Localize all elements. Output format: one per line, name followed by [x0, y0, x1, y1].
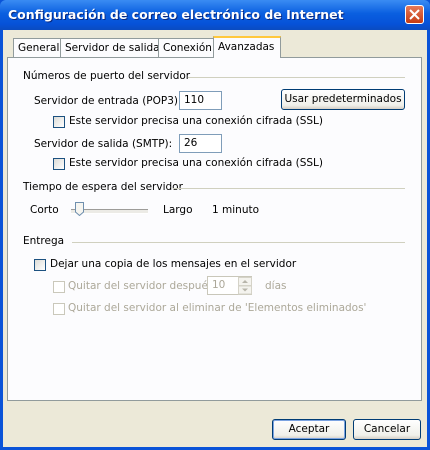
remove-on-delete-checkbox[interactable]	[53, 303, 65, 315]
timeout-group-divider	[173, 188, 405, 189]
remove-after-checkbox[interactable]	[53, 281, 65, 293]
close-button[interactable]	[405, 5, 424, 24]
cancel-button[interactable]: Cancelar	[353, 419, 421, 440]
timeout-slider-thumb[interactable]	[74, 202, 84, 216]
tab-outgoing-server[interactable]: Servidor de salida	[60, 38, 165, 57]
ports-group-title: Números de puerto del servidor	[23, 70, 191, 82]
title-bar[interactable]: Configuración de correo electrónico de I…	[0, 0, 430, 30]
cancel-button-label: Cancelar	[363, 423, 411, 435]
use-defaults-button[interactable]: Usar predeterminados	[281, 89, 405, 110]
tab-connection[interactable]: Conexión	[158, 38, 217, 57]
accept-button-label: Aceptar	[288, 423, 330, 435]
timeout-short-label: Corto	[30, 204, 59, 216]
timeout-value: 1 minuto	[212, 204, 260, 216]
incoming-ssl-label: Este servidor precisa una conexión cifra…	[69, 115, 323, 127]
tab-general[interactable]: General	[13, 38, 65, 57]
accept-button[interactable]: Aceptar	[272, 419, 346, 440]
incoming-ssl-checkbox[interactable]	[53, 116, 65, 128]
close-icon	[409, 9, 420, 20]
timeout-group-title: Tiempo de espera del servidor	[23, 181, 183, 193]
remove-on-delete-label: Quitar del servidor al eliminar de 'Elem…	[68, 302, 367, 314]
days-spinner[interactable]	[238, 277, 252, 296]
leave-copy-label: Dejar una copia de los mensajes en el se…	[50, 258, 297, 270]
incoming-server-label: Servidor de entrada (POP3):	[34, 95, 182, 107]
incoming-port-field[interactable]: 110	[179, 91, 222, 110]
ports-group-divider	[188, 77, 405, 78]
remove-after-label: Quitar del servidor después	[68, 280, 214, 292]
days-unit-label: días	[265, 280, 287, 292]
tab-advanced[interactable]: Avanzadas	[213, 36, 281, 58]
advanced-panel: Números de puerto del servidor Servidor …	[7, 57, 422, 401]
delivery-group-divider	[72, 242, 405, 243]
window-title: Configuración de correo electrónico de I…	[8, 7, 344, 22]
dialog-window: Configuración de correo electrónico de I…	[0, 0, 430, 450]
use-defaults-button-label: Usar predeterminados	[284, 93, 402, 105]
outgoing-ssl-checkbox[interactable]	[53, 158, 65, 170]
delivery-group-title: Entrega	[23, 235, 65, 247]
timeout-long-label: Largo	[163, 204, 193, 216]
outgoing-ssl-label: Este servidor precisa una conexión cifra…	[69, 157, 323, 169]
outgoing-port-field[interactable]: 26	[179, 134, 222, 153]
outgoing-server-label: Servidor de salida (SMTP):	[34, 138, 173, 150]
leave-copy-checkbox[interactable]	[34, 259, 46, 271]
